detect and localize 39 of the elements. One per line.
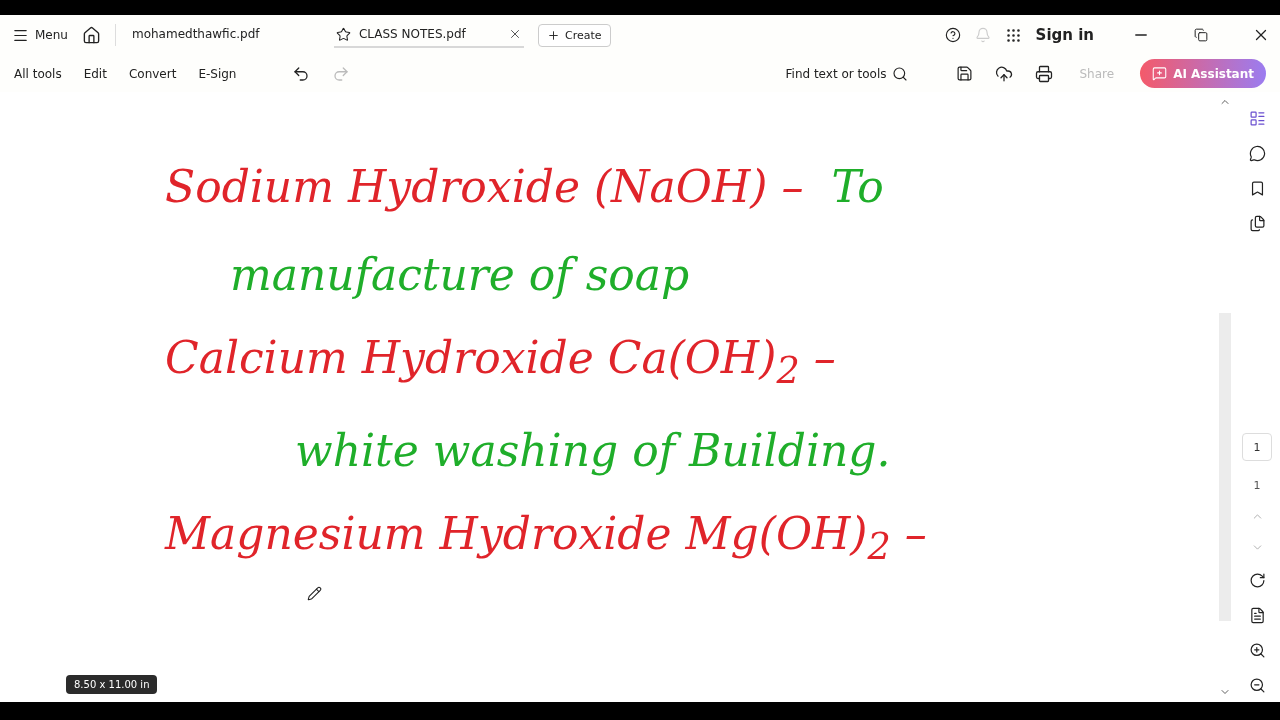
toolbar-menu-item[interactable]: E-Sign (198, 66, 237, 81)
handwritten-text: manufacture of soap (230, 248, 690, 300)
print-icon[interactable] (1035, 64, 1054, 83)
ai-panel-icon[interactable] (1248, 110, 1266, 127)
toolbar-menu-item[interactable]: Edit (83, 66, 107, 81)
create-button[interactable]: Create (537, 23, 611, 47)
home-icon[interactable] (81, 25, 101, 45)
chat-sparkle-icon[interactable] (1152, 66, 1168, 81)
toolbar-menu-item[interactable]: Convert (128, 66, 177, 81)
document-tab[interactable]: CLASS NOTES.pdf (333, 22, 524, 48)
sign-in-button[interactable]: Sign in (1035, 26, 1094, 44)
handwritten-text: To (831, 160, 884, 212)
search-icon[interactable] (892, 65, 909, 82)
document-tab[interactable]: mohamedthawfic.pdf (129, 23, 320, 47)
find-tools-button[interactable]: Find text or tools (785, 65, 909, 82)
handwritten-text: Calcium Hydroxide Ca(OH)$_{2}$ – (165, 332, 836, 392)
menu-button[interactable]: Menu (12, 26, 68, 44)
handwritten-text: Magnesium Hydroxide Mg(OH)$_{2}$ – (165, 508, 927, 568)
toolbar-menu-item[interactable]: All tools (14, 66, 62, 81)
zoom-in-icon[interactable] (1248, 642, 1266, 659)
cloud-upload-icon[interactable] (995, 64, 1014, 83)
rotate-icon[interactable] (1248, 572, 1266, 589)
star-icon[interactable] (335, 26, 351, 42)
page-total: 1 (1253, 479, 1261, 492)
comment-icon[interactable] (1248, 145, 1266, 162)
restore-icon[interactable] (1194, 28, 1208, 42)
pencil-cursor-icon (307, 586, 322, 601)
plus-icon[interactable] (546, 28, 560, 42)
page-size-label: 8.50 x 11.00 in (66, 675, 158, 694)
zoom-out-icon[interactable] (1248, 677, 1266, 694)
fit-page-icon[interactable] (1248, 607, 1266, 624)
save-icon[interactable] (956, 65, 974, 82)
pages-icon[interactable] (1248, 215, 1266, 232)
apps-grid-icon[interactable] (1004, 26, 1022, 44)
undo-icon[interactable] (292, 64, 311, 83)
handwritten-text: white washing of Building. (295, 424, 891, 476)
help-icon[interactable] (944, 27, 961, 43)
handwritten-text: Sodium Hydroxide (NaOH) – (165, 160, 804, 212)
page-number-field[interactable]: 1 (1242, 433, 1272, 461)
